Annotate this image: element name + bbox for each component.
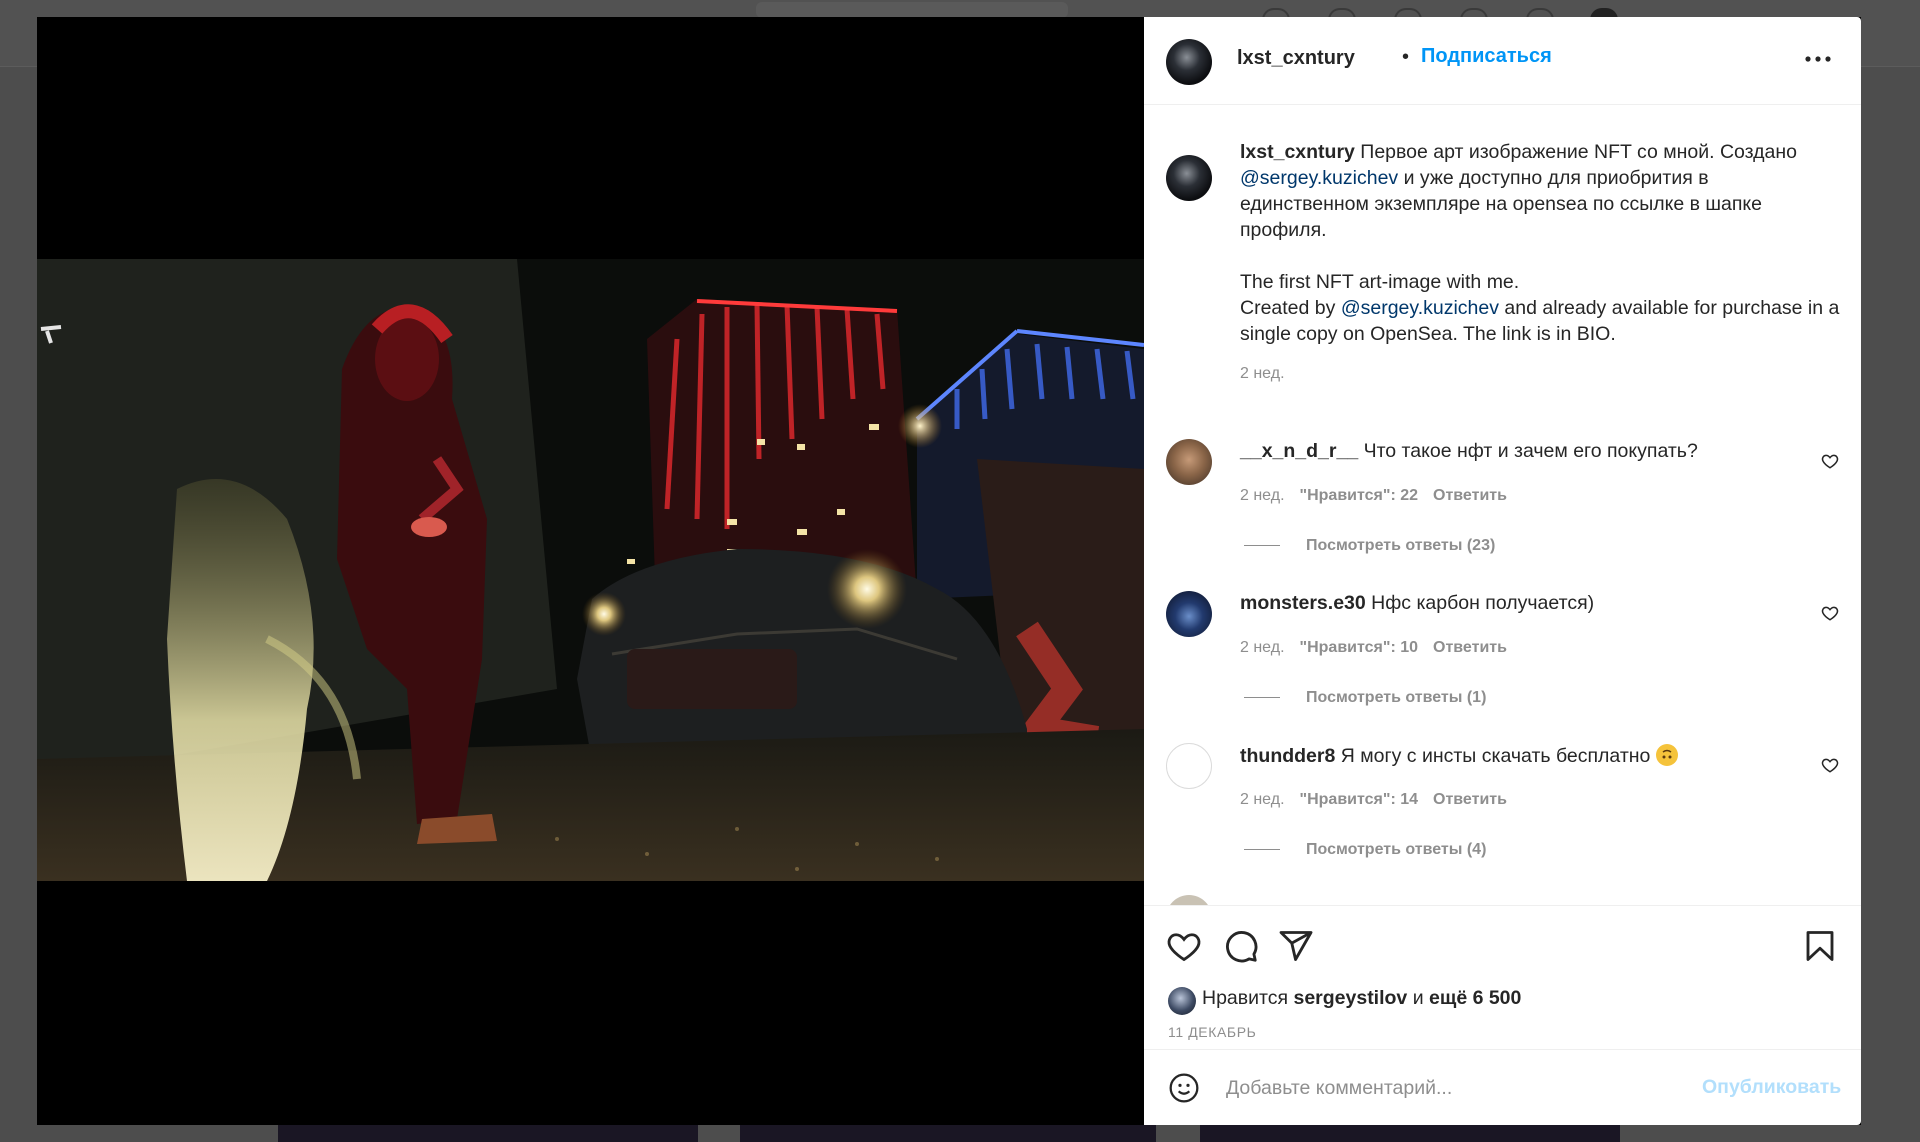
view-replies-label: Посмотреть ответы (1) (1306, 689, 1487, 706)
caption-text-ru: Первое арт изображение NFT со мной. Созд… (1354, 141, 1798, 163)
reply-button[interactable]: Ответить (1433, 487, 1507, 504)
comment-like-heart-icon[interactable] (1821, 604, 1839, 622)
comment-meta: 2 нед. "Нравится": 22 Ответить (1240, 487, 1522, 505)
comment-bubble-icon[interactable] (1223, 928, 1259, 964)
commenter-avatar[interactable] (1166, 439, 1212, 485)
caption-author-avatar[interactable] (1166, 155, 1212, 201)
header-separator: • (1402, 46, 1410, 68)
reply-button[interactable]: Ответить (1433, 639, 1507, 656)
liker-avatar[interactable] (1168, 987, 1196, 1015)
comment-body: Что такое нфт и зачем его покупать? (1358, 440, 1698, 462)
commenter-avatar[interactable] (1166, 743, 1212, 789)
commenter-avatar[interactable] (1166, 591, 1212, 637)
add-comment-bar: Опубликовать (1144, 1049, 1861, 1126)
replies-divider (1244, 545, 1280, 547)
comment-like-heart-icon[interactable] (1821, 756, 1839, 774)
post-date[interactable]: 11 ДЕКАБРЬ (1168, 1024, 1256, 1040)
background-grid-tile (1200, 1124, 1620, 1142)
replies-divider (1244, 697, 1280, 699)
comments-list[interactable]: lxst_cxntury Первое арт изображение NFT … (1144, 105, 1861, 905)
comment-body: Нфс карбон получается) (1365, 592, 1595, 614)
comment-likes[interactable]: "Нравится": 22 (1300, 487, 1419, 504)
view-replies-button[interactable]: Посмотреть ответы (23) (1244, 537, 1495, 555)
comment-time[interactable]: 2 нед. (1240, 639, 1285, 656)
caption-mention-en[interactable]: @sergey.kuzichev (1341, 297, 1499, 319)
caption-text-en: The first NFT art-image with me. (1240, 271, 1520, 293)
post-comment-button[interactable]: Опубликовать (1702, 1076, 1841, 1099)
post-photo[interactable] (37, 259, 1144, 881)
likes-count[interactable]: ещё 6 500 (1429, 987, 1521, 1009)
comment-time[interactable]: 2 нед. (1240, 487, 1285, 504)
comment-text: monsters.e30 Нфс карбон получается) (1240, 592, 1594, 615)
post-actions: Нравится sergeystilov и ещё 6 500 11 ДЕК… (1144, 905, 1861, 1066)
heart-icon[interactable] (1166, 928, 1202, 964)
post-side-panel: lxst_cxntury • Подписаться lxst_cxntury … (1144, 17, 1861, 1125)
comment-username[interactable]: monsters.e30 (1240, 592, 1366, 614)
more-options-icon[interactable] (1805, 43, 1831, 69)
background-grid-tile (740, 1124, 1156, 1142)
view-replies-label: Посмотреть ответы (23) (1306, 537, 1496, 554)
comment-meta: 2 нед. "Нравится": 14 Ответить (1240, 791, 1522, 809)
view-replies-button[interactable]: Посмотреть ответы (1) (1244, 689, 1486, 707)
likes-prefix: Нравится (1202, 987, 1294, 1009)
caption-text-en-2: Created by (1240, 297, 1341, 319)
likes-and: и (1407, 987, 1430, 1009)
bookmark-icon[interactable] (1802, 928, 1838, 964)
comment-username[interactable]: __x_n_d_r__ (1240, 440, 1358, 462)
caption-timestamp[interactable]: 2 нед. (1240, 361, 1840, 387)
likes-user[interactable]: sergeystilov (1293, 987, 1407, 1009)
upside-down-face-emoji-icon (1655, 744, 1678, 766)
author-username[interactable]: lxst_cxntury (1237, 47, 1355, 70)
comment-username[interactable]: thundder8 (1240, 745, 1335, 767)
comment-likes[interactable]: "Нравится": 14 (1300, 791, 1419, 808)
comment-meta: 2 нед. "Нравится": 10 Ответить (1240, 639, 1522, 657)
follow-button[interactable]: Подписаться (1421, 45, 1552, 68)
commenter-avatar[interactable] (1166, 895, 1212, 905)
caption-username[interactable]: lxst_cxntury (1240, 141, 1355, 163)
comment-input[interactable] (1224, 1070, 1648, 1106)
post-modal: lxst_cxntury • Подписаться lxst_cxntury … (37, 17, 1861, 1125)
comment-text: __x_n_d_r__ Что такое нфт и зачем его по… (1240, 440, 1698, 463)
paper-plane-icon[interactable] (1278, 928, 1314, 964)
likes-summary[interactable]: Нравится sergeystilov и ещё 6 500 (1202, 987, 1521, 1010)
comment-time[interactable]: 2 нед. (1240, 791, 1285, 808)
reply-button[interactable]: Ответить (1433, 791, 1507, 808)
background-search (756, 2, 1068, 18)
comment-like-heart-icon[interactable] (1821, 452, 1839, 470)
post-caption: lxst_cxntury Первое арт изображение NFT … (1240, 139, 1840, 387)
comment-likes[interactable]: "Нравится": 10 (1300, 639, 1419, 656)
view-replies-button[interactable]: Посмотреть ответы (4) (1244, 841, 1486, 859)
post-header: lxst_cxntury • Подписаться (1144, 17, 1861, 105)
smiley-icon[interactable] (1168, 1072, 1200, 1104)
background-grid-tile (278, 1124, 698, 1142)
caption-mention[interactable]: @sergey.kuzichev (1240, 167, 1398, 189)
replies-divider (1244, 849, 1280, 851)
comment-body: Я могу с инсты скачать бесплатно (1335, 745, 1656, 767)
view-replies-label: Посмотреть ответы (4) (1306, 841, 1487, 858)
comment-text: thundder8 Я могу с инсты скачать бесплат… (1240, 744, 1678, 768)
author-avatar[interactable] (1166, 39, 1212, 85)
